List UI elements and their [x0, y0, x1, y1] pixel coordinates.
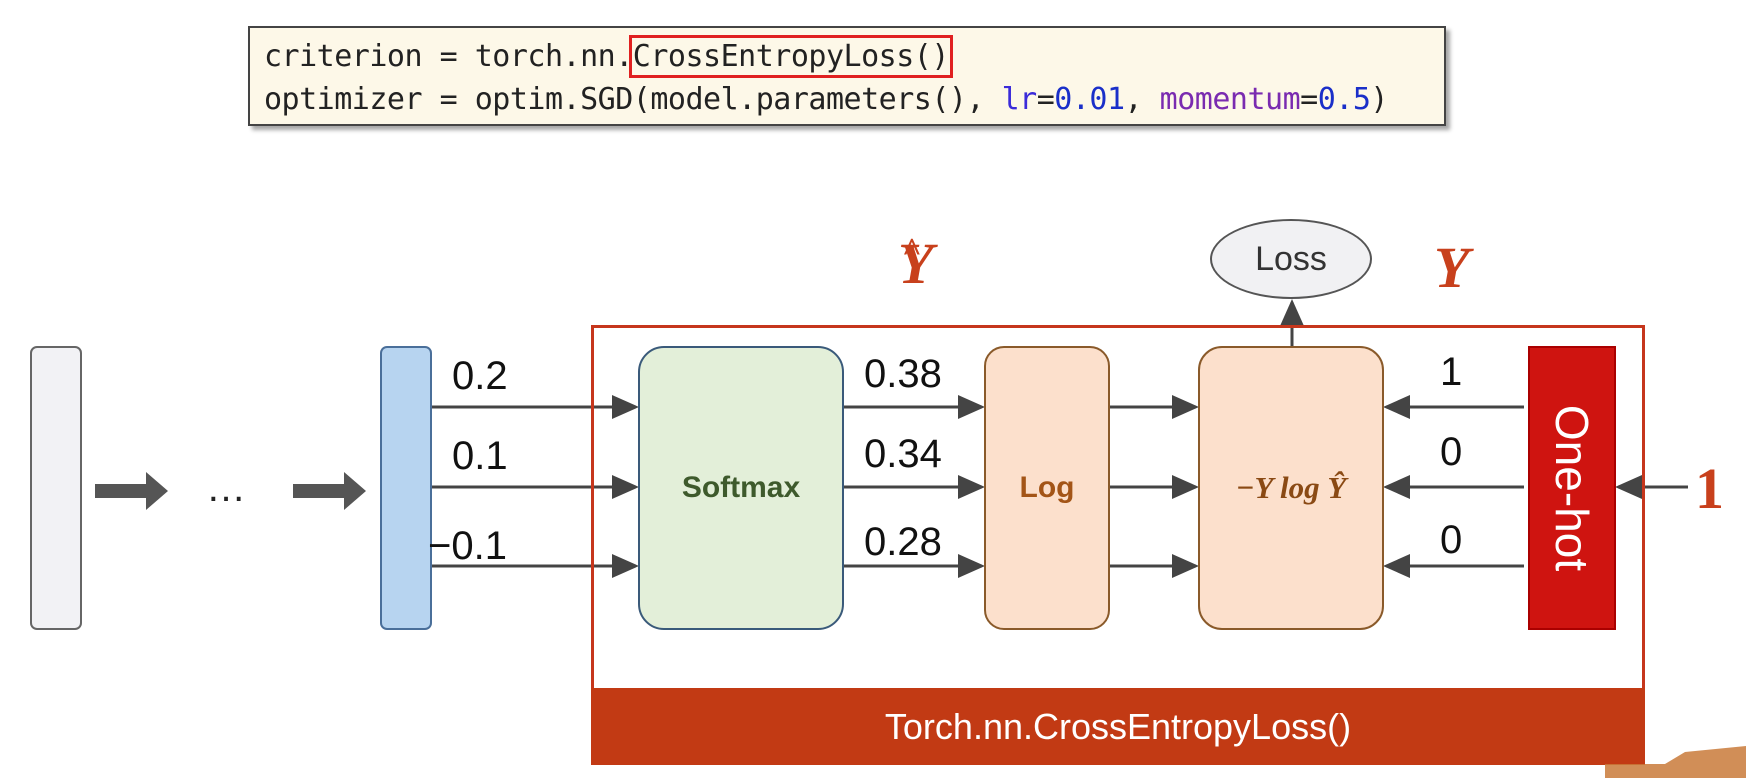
- one-hot-block: One-hot: [1528, 346, 1616, 630]
- input-layer: [30, 346, 82, 630]
- corner-decoration: [1605, 746, 1746, 778]
- probability-value: 0.34: [864, 432, 942, 476]
- probability-value: 0.38: [864, 352, 942, 396]
- logit-value: −0.1: [428, 524, 507, 568]
- flow-arrow-icon: [293, 472, 366, 510]
- log-block: Log: [984, 346, 1110, 630]
- ellipsis: …: [206, 466, 246, 510]
- logit-value: 0.2: [452, 354, 508, 398]
- output-layer: [380, 346, 432, 630]
- one-hot-label: One-hot: [1546, 404, 1598, 572]
- one-hot-value: 1: [1440, 350, 1463, 394]
- one-hot-value: 0: [1440, 430, 1463, 474]
- class-index-value: 1: [1695, 456, 1724, 521]
- one-hot-value: 0: [1440, 518, 1463, 562]
- y-hat-label: Y: [898, 231, 934, 296]
- crossentropy-banner: Torch.nn.CrossEntropyLoss(): [591, 688, 1645, 765]
- probability-value: 0.28: [864, 520, 942, 564]
- nll-block: −Y log Ŷ: [1198, 346, 1384, 630]
- flow-arrow-icon: [95, 472, 168, 510]
- logit-value: 0.1: [452, 434, 508, 478]
- loss-node: Loss: [1210, 219, 1372, 299]
- y-label: Y: [1434, 235, 1470, 300]
- softmax-block: Softmax: [638, 346, 844, 630]
